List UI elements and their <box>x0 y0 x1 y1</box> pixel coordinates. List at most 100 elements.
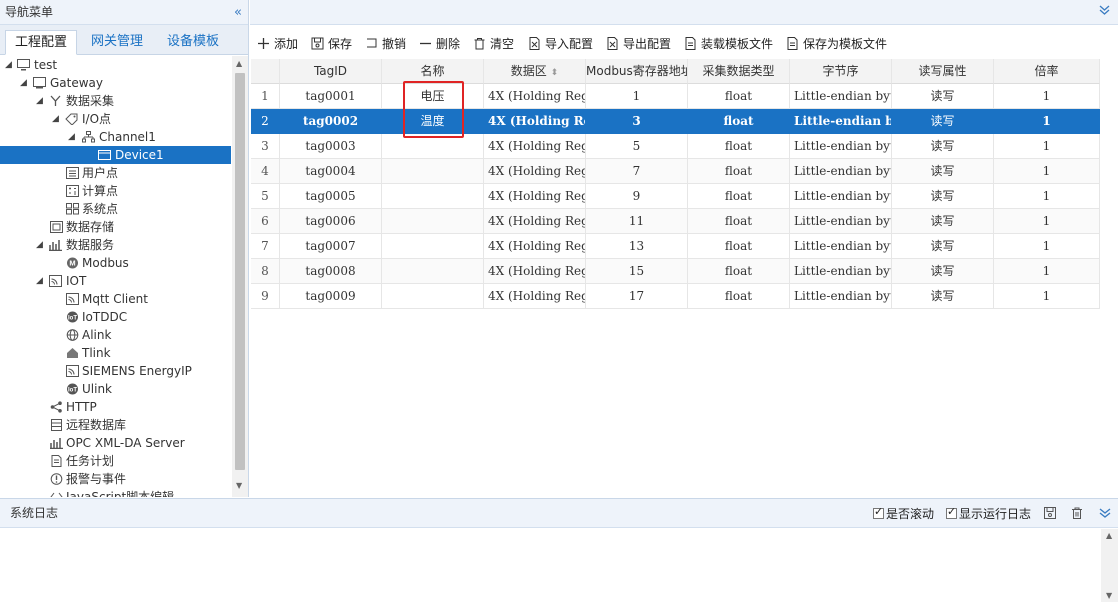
cell-data-type[interactable]: float <box>688 184 790 209</box>
column-header-ratio[interactable]: 倍率 <box>994 59 1100 84</box>
tab-device-template[interactable]: 设备模板 <box>158 30 228 55</box>
tree-item-data-service[interactable]: ◢ 数据服务 <box>0 236 231 254</box>
table-row[interactable]: 3 tag0003 4X (Holding Register) 5 float … <box>251 134 1100 159</box>
cell-tagid[interactable]: tag0003 <box>280 134 382 159</box>
table-row[interactable]: 4 tag0004 4X (Holding Register) 7 float … <box>251 159 1100 184</box>
cell-ratio[interactable]: 1 <box>994 159 1100 184</box>
cell-data-type[interactable]: float <box>688 259 790 284</box>
scrollbar-thumb[interactable] <box>235 73 245 470</box>
column-header-tagid[interactable]: TagID <box>280 59 382 84</box>
tree-item-javascript-editor[interactable]: JavaScript脚本编辑 <box>0 488 231 497</box>
export-config-button[interactable]: 导出配置 <box>606 34 671 54</box>
cell-data-type[interactable]: float <box>688 159 790 184</box>
tree-item-io-points[interactable]: ◢ I/O点 <box>0 110 231 128</box>
add-button[interactable]: 添加 <box>257 34 298 54</box>
import-config-button[interactable]: 导入配置 <box>528 34 593 54</box>
cell-ratio[interactable]: 1 <box>994 134 1100 159</box>
cell-name[interactable] <box>382 209 484 234</box>
auto-scroll-checkbox[interactable]: 是否滚动 <box>873 505 934 521</box>
cell-data-type[interactable]: float <box>688 209 790 234</box>
cell-rw[interactable]: 读写 <box>892 84 994 109</box>
tree-item-task-schedule[interactable]: 任务计划 <box>0 452 231 470</box>
cell-rw[interactable]: 读写 <box>892 159 994 184</box>
cell-byte-order[interactable]: Little-endian byte swap <box>790 109 892 134</box>
cell-ratio[interactable]: 1 <box>994 284 1100 309</box>
save-log-icon[interactable] <box>1043 506 1057 520</box>
cell-data-area[interactable]: 4X (Holding Register) <box>484 159 586 184</box>
cell-name[interactable] <box>382 234 484 259</box>
cell-data-area[interactable]: 4X (Holding Register) <box>484 234 586 259</box>
cell-data-area[interactable]: 4X (Holding Register) <box>484 259 586 284</box>
expand-arrow-icon[interactable]: ◢ <box>52 110 62 128</box>
scroll-up-icon[interactable]: ▲ <box>1106 531 1112 540</box>
cell-byte-order[interactable]: Little-endian byte swap <box>790 159 892 184</box>
cell-byte-order[interactable]: Little-endian byte swap <box>790 84 892 109</box>
trash-icon[interactable] <box>1070 506 1084 520</box>
tree-item-data-storage[interactable]: 数据存储 <box>0 218 231 236</box>
tab-project-config[interactable]: 工程配置 <box>5 30 77 55</box>
scroll-down-icon[interactable]: ▼ <box>1106 591 1112 600</box>
cell-tagid[interactable]: tag0006 <box>280 209 382 234</box>
table-row-selected[interactable]: 2 tag0002 温度 4X (Holding Register) 3 flo… <box>251 109 1100 134</box>
cell-data-type[interactable]: float <box>688 134 790 159</box>
save-as-template-button[interactable]: 保存为模板文件 <box>786 34 887 54</box>
cell-rw[interactable]: 读写 <box>892 209 994 234</box>
tree-item-channel1[interactable]: ◢ Channel1 <box>0 128 231 146</box>
cell-name[interactable] <box>382 284 484 309</box>
cell-tagid[interactable]: tag0001 <box>280 84 382 109</box>
expand-arrow-icon[interactable]: ◢ <box>5 56 15 74</box>
cell-tagid[interactable]: tag0008 <box>280 259 382 284</box>
cell-ratio[interactable]: 1 <box>994 234 1100 259</box>
cell-data-area[interactable]: 4X (Holding Register) <box>484 209 586 234</box>
cell-name[interactable] <box>382 159 484 184</box>
tree-item-data-acquisition[interactable]: ◢ 数据采集 <box>0 92 231 110</box>
cell-data-type[interactable]: float <box>688 284 790 309</box>
tree-item-tlink[interactable]: Tlink <box>0 344 231 362</box>
expand-arrow-icon[interactable]: ◢ <box>36 92 46 110</box>
collapse-down-icon[interactable] <box>1099 4 1110 18</box>
cell-name[interactable] <box>382 259 484 284</box>
cell-rw[interactable]: 读写 <box>892 184 994 209</box>
cell-name[interactable] <box>382 184 484 209</box>
cell-ratio[interactable]: 1 <box>994 84 1100 109</box>
tree-item-test[interactable]: ◢ test <box>0 56 231 74</box>
cell-ratio[interactable]: 1 <box>994 184 1100 209</box>
tree-item-opc-xml-da[interactable]: OPC XML-DA Server <box>0 434 231 452</box>
table-row[interactable]: 7 tag0007 4X (Holding Register) 13 float… <box>251 234 1100 259</box>
tree-item-iotddc[interactable]: IoT IoTDDC <box>0 308 231 326</box>
cell-ratio[interactable]: 1 <box>994 209 1100 234</box>
cell-byte-order[interactable]: Little-endian byte swap <box>790 234 892 259</box>
sort-icon[interactable]: ⬍ <box>551 68 559 78</box>
tree-item-calc-points[interactable]: 计算点 <box>0 182 231 200</box>
column-header-data-area[interactable]: 数据区 ⬍ <box>484 59 586 84</box>
table-row[interactable]: 5 tag0005 4X (Holding Register) 9 float … <box>251 184 1100 209</box>
cell-modbus-address[interactable]: 5 <box>586 134 688 159</box>
table-row[interactable]: 9 tag0009 4X (Holding Register) 17 float… <box>251 284 1100 309</box>
tree-item-iot[interactable]: ◢ IOT <box>0 272 231 290</box>
checkbox-checked-icon[interactable] <box>946 505 957 519</box>
cell-ratio[interactable]: 1 <box>994 259 1100 284</box>
tree-item-system-points[interactable]: 系统点 <box>0 200 231 218</box>
cell-byte-order[interactable]: Little-endian byte swap <box>790 134 892 159</box>
tree-item-remote-db[interactable]: 远程数据库 <box>0 416 231 434</box>
cell-rw[interactable]: 读写 <box>892 109 994 134</box>
tree-item-ulink[interactable]: IoT Ulink <box>0 380 231 398</box>
cell-data-type[interactable]: float <box>688 84 790 109</box>
collapse-left-icon[interactable]: « <box>234 0 242 25</box>
collapse-down-icon[interactable] <box>1098 506 1112 520</box>
expand-arrow-icon[interactable]: ◢ <box>20 74 30 92</box>
cell-modbus-address[interactable]: 13 <box>586 234 688 259</box>
table-row[interactable]: 6 tag0006 4X (Holding Register) 11 float… <box>251 209 1100 234</box>
column-header-rw[interactable]: 读写属性 <box>892 59 994 84</box>
cell-tagid[interactable]: tag0004 <box>280 159 382 184</box>
cell-data-area[interactable]: 4X (Holding Register) <box>484 284 586 309</box>
cell-data-area[interactable]: 4X (Holding Register) <box>484 84 586 109</box>
cell-data-area[interactable]: 4X (Holding Register) <box>484 134 586 159</box>
cell-modbus-address[interactable]: 15 <box>586 259 688 284</box>
cell-data-type[interactable]: float <box>688 234 790 259</box>
tree-scrollbar[interactable]: ▲ ▼ <box>232 56 248 497</box>
cell-byte-order[interactable]: Little-endian byte swap <box>790 209 892 234</box>
cell-byte-order[interactable]: Little-endian byte swap <box>790 184 892 209</box>
cell-modbus-address[interactable]: 17 <box>586 284 688 309</box>
column-header-byte-order[interactable]: 字节序 <box>790 59 892 84</box>
